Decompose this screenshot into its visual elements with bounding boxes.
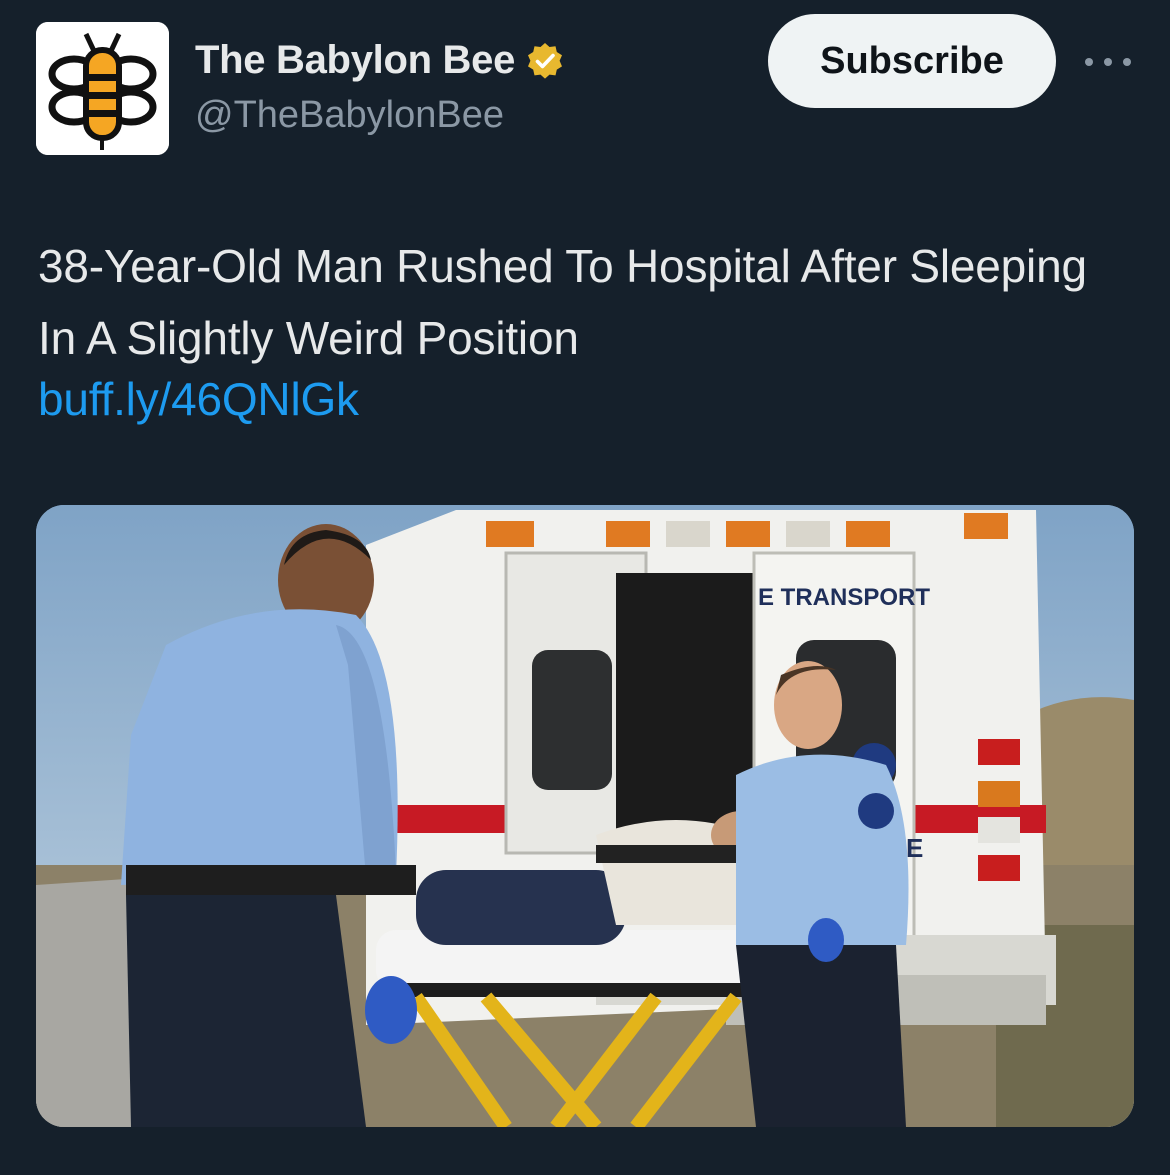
verified-badge-icon[interactable] bbox=[525, 41, 565, 81]
more-horizontal-icon bbox=[1123, 58, 1131, 66]
more-options-button[interactable] bbox=[1085, 44, 1131, 80]
tweet-link[interactable]: buff.ly/46QNlGk bbox=[38, 372, 359, 426]
bee-logo-icon bbox=[36, 22, 169, 155]
more-horizontal-icon bbox=[1085, 58, 1093, 66]
account-handle[interactable]: @TheBabylonBee bbox=[195, 94, 504, 137]
ambulance-label: E TRANSPORT bbox=[758, 584, 930, 611]
more-horizontal-icon bbox=[1104, 58, 1112, 66]
subscribe-button[interactable]: Subscribe bbox=[768, 14, 1056, 108]
ambulance-side-letter: E bbox=[906, 833, 923, 863]
tweet-media-image[interactable]: E TRANSPORT E bbox=[36, 505, 1134, 1127]
display-name[interactable]: The Babylon Bee bbox=[195, 38, 515, 83]
tweet-text: 38-Year-Old Man Rushed To Hospital After… bbox=[38, 240, 1087, 364]
account-name-row[interactable]: The Babylon Bee bbox=[195, 38, 565, 83]
avatar[interactable] bbox=[36, 22, 169, 155]
ambulance-scene-image: E TRANSPORT E bbox=[36, 505, 1134, 1127]
